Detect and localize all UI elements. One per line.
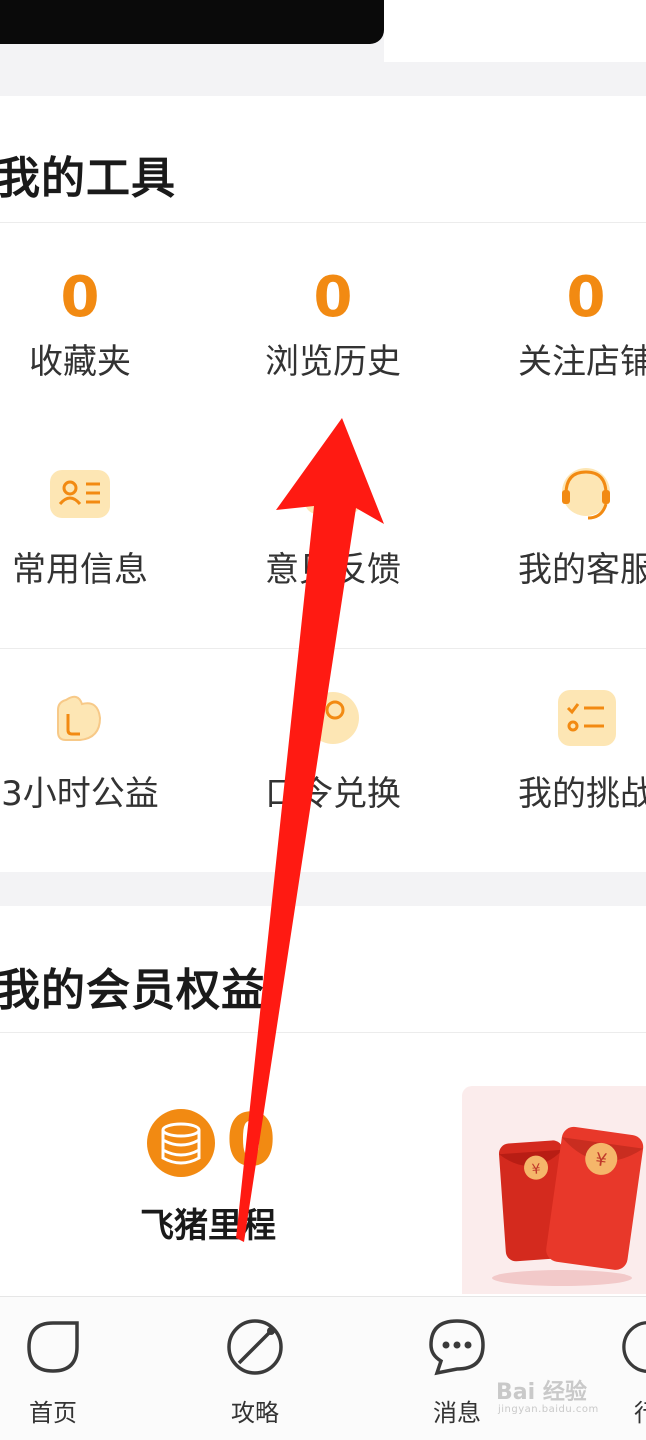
tool-charity-label: 3小时公益	[1, 774, 159, 814]
watermark-subtext: jingyan.baidu.com	[498, 1404, 599, 1415]
id-card-icon	[50, 470, 110, 518]
mileage-value: 0	[226, 1098, 277, 1182]
tool-common-info-label: 常用信息	[12, 550, 148, 590]
tool-feedback-label: 意见反馈	[265, 550, 401, 590]
tool-code-redeem-label: 口令兑换	[265, 774, 401, 814]
red-packet-image: ¥ ¥	[492, 1126, 644, 1286]
headset-icon	[562, 468, 610, 520]
browse-history-label: 浏览历史	[265, 342, 401, 382]
checklist-icon	[558, 690, 616, 746]
member-benefits-title: 我的会员权益	[0, 965, 266, 1016]
tool-customer-service[interactable]: 我的客服	[476, 462, 646, 590]
divider	[0, 222, 646, 223]
tool-challenge-label: 我的挑战	[518, 774, 646, 814]
my-tools-card: 我的工具 0 收藏夹 0 浏览历史 0 关注店铺 常用信息 意见反馈 我的客服 …	[0, 96, 646, 872]
status-bar-dark	[0, 0, 384, 44]
compass-icon	[227, 1319, 283, 1375]
coin-stack-icon	[147, 1109, 215, 1177]
my-tools-title: 我的工具	[0, 153, 176, 204]
svg-text:¥: ¥	[531, 1161, 541, 1178]
favorites-stat[interactable]: 0 收藏夹	[0, 265, 190, 383]
followed-shops-stat[interactable]: 0 关注店铺	[476, 265, 646, 383]
followed-shops-label: 关注店铺	[518, 342, 646, 382]
charity-icon	[57, 695, 102, 741]
red-packet-promo[interactable]: ¥ ¥	[462, 1086, 646, 1294]
tool-feedback[interactable]: 意见反馈	[223, 462, 443, 590]
divider	[0, 1032, 646, 1033]
feedback-icon	[305, 470, 361, 514]
divider	[0, 648, 646, 649]
baidu-watermark: Bai 经验 jingyan.baidu.com	[496, 1370, 614, 1418]
message-icon	[429, 1319, 485, 1376]
bottom-tab-bar: 首页 攻略 消息 行	[0, 1296, 646, 1440]
key-icon	[307, 692, 359, 744]
tab-home[interactable]: 首页	[0, 1315, 108, 1428]
tool-charity[interactable]: 3小时公益	[0, 686, 190, 814]
tab-guide[interactable]: 攻略	[200, 1315, 310, 1428]
tool-common-info[interactable]: 常用信息	[0, 462, 190, 590]
browse-history-stat[interactable]: 0 浏览历史	[223, 265, 443, 383]
home-icon	[27, 1321, 79, 1373]
browse-history-count: 0	[313, 265, 353, 330]
favorites-count: 0	[60, 265, 100, 330]
mileage-label: 飞猪里程	[140, 1206, 276, 1246]
tool-challenge[interactable]: 我的挑战	[476, 686, 646, 814]
watermark-text: Bai 经验	[496, 1380, 587, 1405]
tool-customer-service-label: 我的客服	[518, 550, 646, 590]
tab-guide-label: 攻略	[231, 1399, 279, 1427]
tool-code-redeem[interactable]: 口令兑换	[223, 686, 443, 814]
tab-home-label: 首页	[29, 1399, 77, 1427]
status-bar-light	[384, 0, 646, 62]
followed-shops-count: 0	[566, 265, 606, 330]
favorites-label: 收藏夹	[29, 342, 131, 382]
